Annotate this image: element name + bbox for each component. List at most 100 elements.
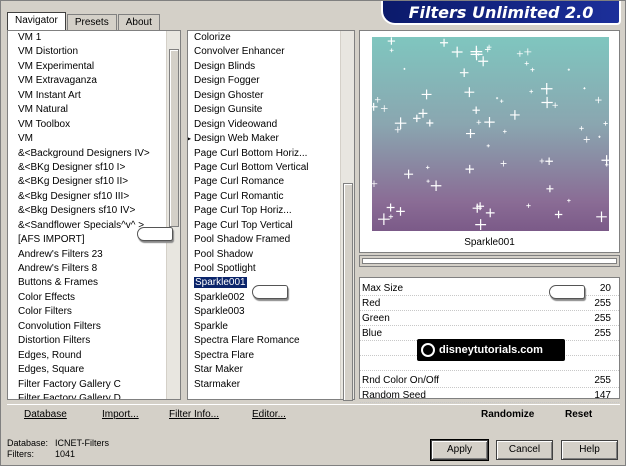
sparkle-star — [552, 102, 558, 108]
sparkle-star — [394, 117, 407, 129]
category-list-item[interactable]: VM Instant Art — [8, 89, 166, 103]
filter-list-item[interactable]: Pool Spotlight — [188, 262, 340, 276]
filter-list-item[interactable]: Page Curl Top Horiz... — [188, 204, 340, 218]
category-list-item[interactable]: Filter Factory Gallery C — [8, 378, 166, 392]
sparkle-star — [510, 110, 520, 120]
category-list-item[interactable]: Convolution Filters — [8, 320, 166, 334]
sparkle-star — [524, 61, 529, 66]
parameter-label: Rnd Color On/Off — [362, 375, 440, 386]
filter-list-item[interactable]: Page Curl Top Vertical — [188, 219, 340, 233]
parameter-label: Blue — [362, 328, 383, 339]
tab-about[interactable]: About — [117, 14, 160, 31]
sparkle-star — [370, 180, 378, 187]
filter-list-item[interactable]: Design Web Maker — [188, 132, 340, 146]
filter-info-link[interactable]: Filter Info... — [169, 409, 219, 420]
sparkle-star — [598, 135, 601, 138]
sparkle-star — [369, 102, 378, 111]
parameter-row[interactable]: Random Seed 147 — [360, 388, 619, 403]
editor-link[interactable]: Editor... — [252, 409, 286, 420]
filter-list-item[interactable]: Page Curl Romance — [188, 175, 340, 189]
filter-list[interactable]: Colorize Convolver Enhancer Design Blinds D… — [188, 31, 340, 399]
filter-list-item[interactable]: Sparkle003 — [188, 305, 340, 319]
database-label: Database: — [7, 438, 49, 448]
sparkle-star — [426, 119, 434, 127]
sparkle-star — [404, 169, 414, 179]
category-list-item[interactable]: VM 1 — [8, 31, 166, 45]
filter-list-item[interactable]: Design Videowand — [188, 118, 340, 132]
filter-list-item[interactable]: Design Blinds — [188, 60, 340, 74]
category-list-item[interactable]: &<BKg Designer sf10 II> — [8, 175, 166, 189]
sparkle-star — [541, 96, 553, 109]
filter-list-item[interactable]: Page Curl Bottom Horiz... — [188, 147, 340, 161]
sparkle-star — [546, 185, 554, 193]
filter-scrollbar[interactable] — [340, 31, 354, 401]
category-list-item[interactable]: VM Experimental — [8, 60, 166, 74]
tab-presets[interactable]: Presets — [66, 14, 117, 31]
randomize-link[interactable]: Randomize — [481, 409, 534, 420]
category-list-item[interactable]: VM — [8, 132, 166, 146]
category-list-item[interactable]: Buttons & Frames — [8, 276, 166, 290]
help-button[interactable]: Help — [561, 440, 618, 460]
filter-list-item[interactable]: Design Ghoster — [188, 89, 340, 103]
cancel-button[interactable]: Cancel — [496, 440, 553, 460]
filter-list-item[interactable]: Sparkle — [188, 320, 340, 334]
filter-list-item[interactable]: Star Maker — [188, 363, 340, 377]
reset-link[interactable]: Reset — [565, 409, 592, 420]
sparkle-star — [388, 214, 394, 219]
category-list-item[interactable]: &<Bkg Designer sf10 III> — [8, 190, 166, 204]
category-list-item[interactable]: Andrew's Filters 23 — [8, 248, 166, 262]
sparkle-star — [603, 121, 608, 126]
sparkle-star — [579, 126, 584, 131]
filter-list-item[interactable]: Pool Shadow — [188, 248, 340, 262]
filter-list-item[interactable]: Design Fogger — [188, 74, 340, 88]
filter-scroll-thumb[interactable] — [343, 183, 353, 401]
import-link[interactable]: Import... — [102, 409, 139, 420]
tab-navigator[interactable]: Navigator — [7, 12, 66, 31]
category-list-item[interactable]: Edges, Square — [8, 363, 166, 377]
parameter-row[interactable]: Rnd Color On/Off 255 — [360, 373, 619, 388]
filter-list-item[interactable]: Page Curl Bottom Vertical — [188, 161, 340, 175]
category-list-item[interactable]: &<Background Designers IV> — [8, 147, 166, 161]
category-scroll-thumb[interactable] — [169, 49, 179, 227]
sparkle-star — [475, 219, 487, 231]
sparkle-star — [502, 129, 507, 134]
category-list-item[interactable]: Filter Factory Gallery D — [8, 392, 166, 399]
parameter-value: 20 — [599, 283, 611, 294]
category-list-item[interactable]: Edges, Round — [8, 349, 166, 363]
filter-list-item[interactable]: Spectra Flare Romance — [188, 334, 340, 348]
sparkle-star — [466, 129, 476, 139]
filter-list-item[interactable]: Pool Shadow Framed — [188, 233, 340, 247]
category-list-item[interactable]: VM Natural — [8, 103, 166, 117]
sparkle-star — [499, 99, 504, 103]
sparkle-star — [394, 126, 401, 133]
sparkle-star — [403, 67, 406, 70]
category-list[interactable]: VM 1 VM Distortion VM Experimental VM Extra… — [8, 31, 166, 399]
filter-list-item[interactable]: Spectra Flare — [188, 349, 340, 363]
preview-image — [369, 37, 612, 231]
category-list-item[interactable]: VM Distortion — [8, 45, 166, 59]
sparkle-star — [540, 82, 553, 95]
parameter-row[interactable]: Green 255 — [360, 311, 619, 326]
category-list-item[interactable]: Color Filters — [8, 305, 166, 319]
filter-list-item[interactable]: Page Curl Romantic — [188, 190, 340, 204]
filter-list-item[interactable]: Design Gunsite — [188, 103, 340, 117]
sparkle-star — [595, 96, 602, 104]
category-list-item[interactable]: &<Bkg Designers sf10 IV> — [8, 204, 166, 218]
database-link[interactable]: Database — [24, 409, 67, 420]
filter-list-item[interactable]: Colorize — [188, 31, 340, 45]
filter-list-item[interactable]: Starmaker — [188, 378, 340, 392]
category-list-item[interactable]: VM Toolbox — [8, 118, 166, 132]
filter-list-item[interactable]: Convolver Enhancer — [188, 45, 340, 59]
category-list-item[interactable]: Andrew's Filters 8 — [8, 262, 166, 276]
preview-zoom-slider[interactable] — [359, 255, 620, 267]
apply-button[interactable]: Apply — [430, 439, 489, 461]
watermark-text: disneytutorials.com — [439, 344, 543, 356]
category-list-item[interactable]: Color Effects — [8, 291, 166, 305]
pointing-hand-icon — [549, 285, 585, 299]
sparkle-star — [604, 163, 609, 167]
category-scrollbar[interactable] — [166, 31, 180, 399]
sparkle-star — [418, 108, 428, 118]
category-list-item[interactable]: VM Extravaganza — [8, 74, 166, 88]
category-list-item[interactable]: Distortion Filters — [8, 334, 166, 348]
category-list-item[interactable]: &<BKg Designer sf10 I> — [8, 161, 166, 175]
